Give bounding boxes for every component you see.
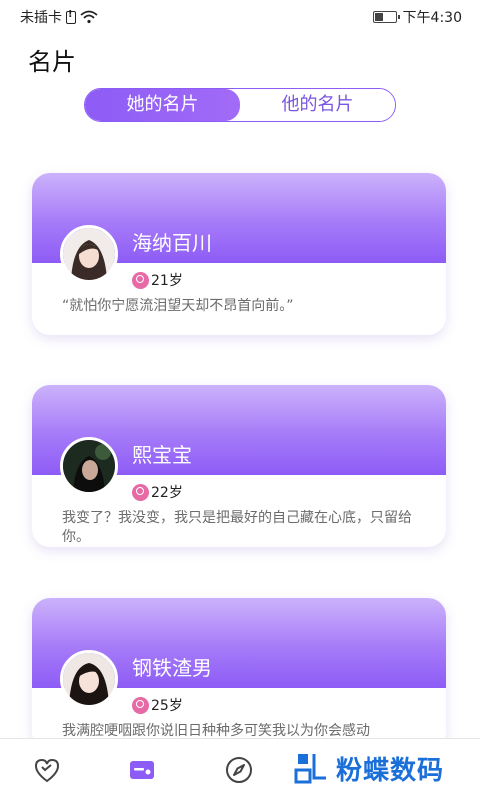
compass-icon[interactable] (224, 755, 254, 785)
sim-alert-icon (66, 9, 76, 24)
page-title: 名片 (28, 48, 76, 76)
wifi-icon (80, 10, 98, 24)
card-bio: “就怕你宁愿流泪望天却不昂首向前。” (62, 298, 294, 314)
clock: 下午4:30 (402, 10, 462, 26)
carrier-label: 未插卡 (20, 10, 62, 26)
tab-his-cards[interactable]: 他的名片 (240, 89, 395, 121)
female-icon (132, 696, 149, 714)
status-left: 未插卡 (20, 7, 98, 27)
card-name: 钢铁渣男 (132, 656, 212, 680)
age-label: 21岁 (151, 273, 183, 289)
profile-card[interactable]: 海纳百川 21岁 “就怕你宁愿流泪望天却不昂首向前。” (32, 173, 446, 335)
female-icon (132, 271, 149, 289)
card-bio: 我变了？我没变，我只是把最好的自己藏在心底，只留给你。 (62, 510, 412, 545)
avatar[interactable] (60, 650, 118, 708)
battery-icon (372, 11, 400, 23)
status-bar: 未插卡 下午4:30 (0, 0, 480, 32)
age-label: 22岁 (151, 485, 183, 501)
watermark-logo-icon (294, 754, 326, 784)
avatar[interactable] (60, 225, 118, 283)
heart-chat-icon[interactable] (32, 755, 62, 785)
age-row: 25岁 (132, 695, 183, 715)
profile-card[interactable]: 熙宝宝 22岁 我变了？我没变，我只是把最好的自己藏在心底，只留给你。 (32, 385, 446, 547)
age-label: 25岁 (151, 698, 183, 714)
card-icon[interactable] (127, 755, 157, 785)
age-row: 21岁 (132, 270, 183, 290)
female-icon (132, 483, 149, 501)
status-right: 下午4:30 (372, 7, 462, 27)
card-name: 熙宝宝 (132, 443, 192, 467)
profile-card[interactable]: 钢铁渣男 25岁 我满腔哽咽跟你说旧日种种多可笑我以为你会感动 (32, 598, 446, 750)
watermark: 粉蝶数码 (294, 748, 444, 788)
tab-her-cards[interactable]: 她的名片 (85, 89, 240, 121)
card-name: 海纳百川 (132, 231, 212, 255)
gender-tabs: 她的名片 他的名片 (84, 88, 396, 122)
avatar[interactable] (60, 437, 118, 495)
age-row: 22岁 (132, 482, 183, 502)
watermark-text: 粉蝶数码 (336, 755, 445, 786)
